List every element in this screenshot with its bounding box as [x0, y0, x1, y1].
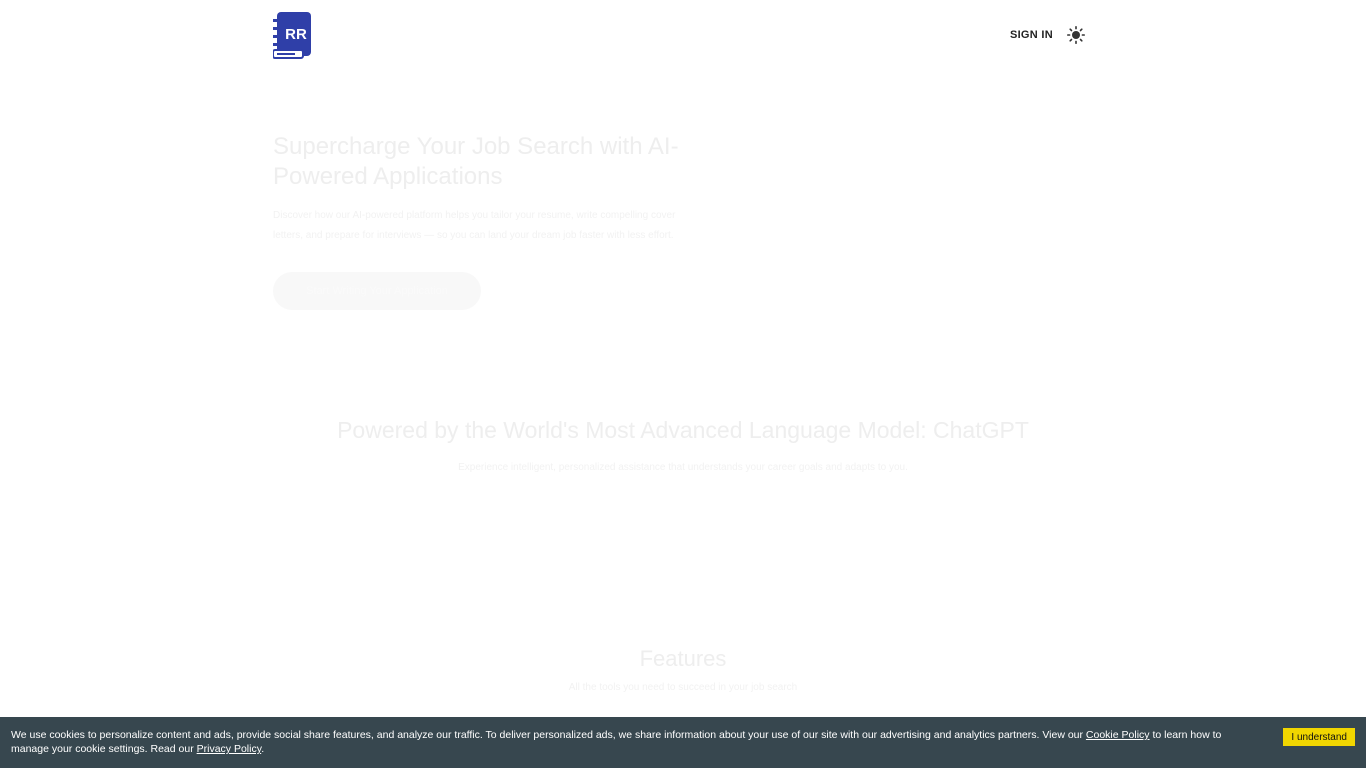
header-actions: SIGN IN [1010, 26, 1085, 44]
hero-cta-button[interactable]: Start Writing Your Application [273, 272, 481, 310]
cookie-text-part-3: . [261, 743, 265, 755]
resume-logo-icon[interactable]: RR [273, 11, 313, 59]
logo-text: RR [285, 26, 307, 43]
features-title: Features [639, 646, 727, 671]
hero-description: Discover how our AI-powered platform hel… [273, 210, 676, 241]
sign-in-button[interactable]: SIGN IN [1010, 29, 1053, 41]
cookie-accept-button[interactable]: I understand [1283, 728, 1355, 746]
features-subtitle: All the tools you need to succeed in you… [568, 682, 798, 693]
powered-title: Powered by the World's Most Advanced Lan… [337, 417, 1029, 443]
powered-by-section: Powered by the World's Most Advanced Lan… [200, 414, 1166, 478]
cookie-consent-banner: We use cookies to personalize content an… [0, 717, 1366, 768]
powered-description: Experience intelligent, personalized ass… [458, 462, 908, 473]
cookie-policy-link[interactable]: Cookie Policy [1086, 729, 1150, 741]
hero-section: Supercharge Your Job Search with AI-Powe… [273, 132, 683, 310]
top-header: RR SIGN IN [273, 10, 1085, 60]
privacy-policy-link[interactable]: Privacy Policy [197, 743, 262, 755]
sun-icon[interactable] [1067, 26, 1085, 44]
hero-title: Supercharge Your Job Search with AI-Powe… [273, 133, 679, 190]
cookie-message: We use cookies to personalize content an… [11, 728, 1261, 756]
features-section: Features All the tools you need to succe… [400, 644, 966, 693]
cookie-text-part-1: We use cookies to personalize content an… [11, 729, 1086, 741]
